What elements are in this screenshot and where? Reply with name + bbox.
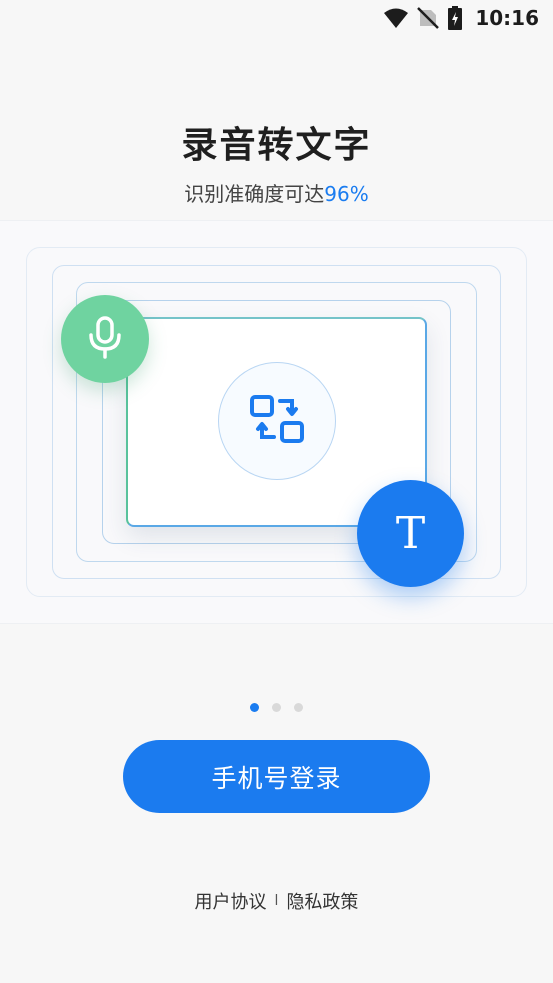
status-time: 10:16 — [475, 6, 539, 30]
pager-dots — [0, 703, 553, 712]
user-agreement-link[interactable]: 用户协议 — [195, 888, 267, 914]
convert-badge — [218, 362, 336, 480]
battery-charging-icon — [447, 6, 463, 30]
status-icons: 10:16 — [383, 6, 539, 30]
wifi-icon — [383, 7, 409, 29]
text-t-icon: T — [395, 508, 426, 559]
privacy-policy-link[interactable]: 隐私政策 — [286, 888, 358, 914]
page-title: 录音转文字 — [181, 125, 372, 166]
phone-login-button[interactable]: 手机号登录 — [123, 740, 430, 813]
pager-dot[interactable] — [272, 703, 281, 712]
accuracy-value: 96% — [324, 182, 369, 206]
convert-icon — [248, 393, 306, 449]
footer-links: 用户协议 l 隐私政策 — [0, 888, 553, 914]
status-bar: 10:16 — [0, 0, 553, 40]
pager-dot[interactable] — [294, 703, 303, 712]
text-badge: T — [357, 480, 464, 587]
footer-separator: l — [274, 893, 279, 909]
page-subtitle: 识别准确度可达96% — [0, 178, 553, 207]
no-sim-icon — [417, 7, 440, 29]
microphone-icon — [86, 315, 124, 363]
pager-dot-active[interactable] — [250, 703, 259, 712]
subtitle-text: 识别准确度可达 — [184, 182, 325, 206]
microphone-badge — [61, 295, 149, 383]
